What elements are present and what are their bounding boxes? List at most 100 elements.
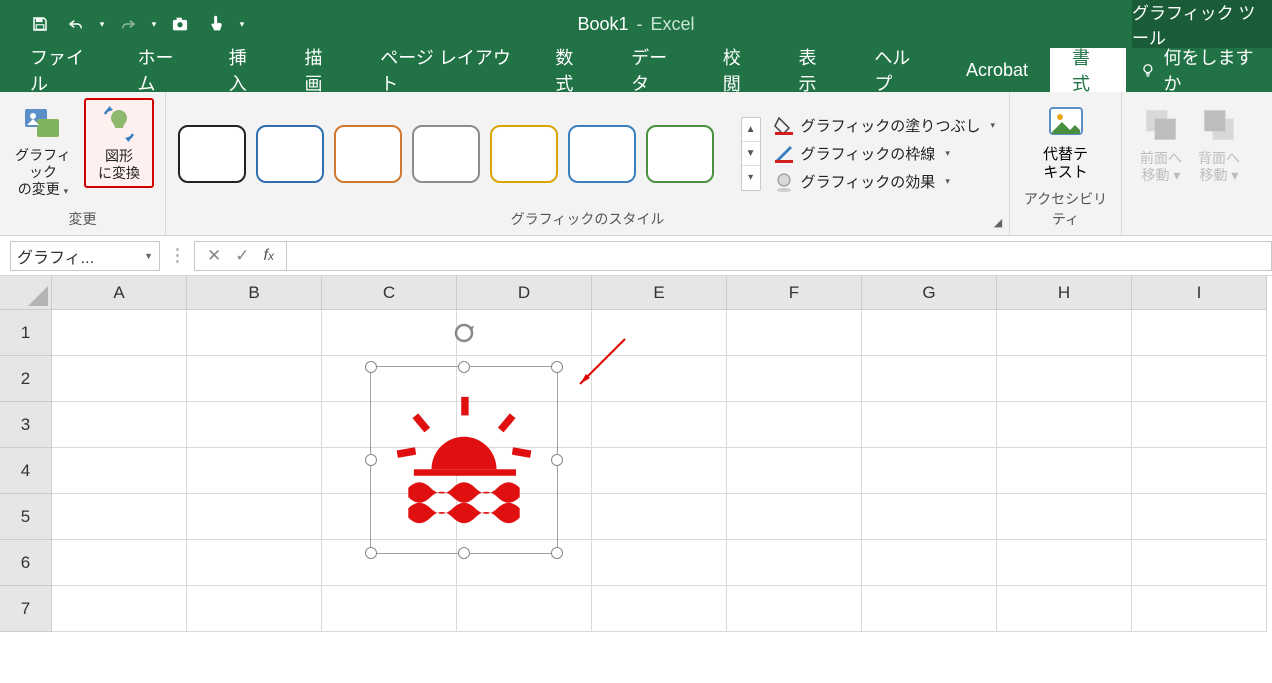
tab-acrobat[interactable]: Acrobat [944,48,1050,92]
cell-I4[interactable] [1132,448,1267,494]
cell-H7[interactable] [997,586,1132,632]
resize-handle-nw[interactable] [365,361,377,373]
change-graphic-button[interactable]: グラフィック の変更 ▾ [8,98,78,202]
gallery-down-button[interactable]: ▼ [742,142,760,166]
column-header-B[interactable]: B [187,276,322,310]
graphic-fill-button[interactable]: グラフィックの塗りつぶし▾ [773,115,995,137]
cell-H3[interactable] [997,402,1132,448]
selected-graphic[interactable] [370,366,558,554]
column-header-D[interactable]: D [457,276,592,310]
touch-mode-button[interactable] [200,8,232,40]
tab-help[interactable]: ヘルプ [852,48,944,92]
graphic-outline-button[interactable]: グラフィックの枠線▾ [773,143,995,165]
cell-B2[interactable] [187,356,322,402]
formula-input[interactable] [287,241,1272,271]
cell-G3[interactable] [862,402,997,448]
tab-formulas[interactable]: 数式 [533,48,609,92]
cell-I7[interactable] [1132,586,1267,632]
cell-H6[interactable] [997,540,1132,586]
qat-customize-dropdown[interactable]: ▾ [148,19,160,30]
alt-text-button[interactable]: 代替テ キスト [1026,98,1106,186]
enter-formula-button[interactable]: ✓ [235,246,249,266]
undo-button[interactable] [60,8,92,40]
tab-draw[interactable]: 描画 [282,48,358,92]
undo-dropdown[interactable]: ▾ [96,19,108,30]
tell-me-search[interactable]: 何をしますか [1126,48,1272,92]
cell-A3[interactable] [52,402,187,448]
cell-B6[interactable] [187,540,322,586]
cell-B5[interactable] [187,494,322,540]
row-header-1[interactable]: 1 [0,310,52,356]
cell-E6[interactable] [592,540,727,586]
gallery-up-button[interactable]: ▲ [742,118,760,142]
cell-G6[interactable] [862,540,997,586]
cell-B4[interactable] [187,448,322,494]
fx-icon[interactable]: fx [264,247,274,265]
cell-A1[interactable] [52,310,187,356]
send-backward-button[interactable]: 背面へ 移動 ▾ [1198,104,1240,184]
convert-to-shape-button[interactable]: 図形 に変換 [84,98,154,188]
cell-I3[interactable] [1132,402,1267,448]
column-header-E[interactable]: E [592,276,727,310]
cell-H5[interactable] [997,494,1132,540]
style-swatch-6[interactable] [646,125,714,183]
formula-bar-grip[interactable] [170,248,184,263]
resize-handle-e[interactable] [551,454,563,466]
row-header-7[interactable]: 7 [0,586,52,632]
row-header-4[interactable]: 4 [0,448,52,494]
column-header-C[interactable]: C [322,276,457,310]
cell-H4[interactable] [997,448,1132,494]
cell-F6[interactable] [727,540,862,586]
save-button[interactable] [24,8,56,40]
column-header-H[interactable]: H [997,276,1132,310]
select-all-button[interactable] [0,276,52,310]
resize-handle-n[interactable] [458,361,470,373]
cell-G2[interactable] [862,356,997,402]
column-header-A[interactable]: A [52,276,187,310]
tab-format[interactable]: 書式 [1050,48,1126,92]
style-swatch-2[interactable] [334,125,402,183]
cell-F4[interactable] [727,448,862,494]
cell-F3[interactable] [727,402,862,448]
style-swatch-3[interactable] [412,125,480,183]
column-header-G[interactable]: G [862,276,997,310]
row-header-2[interactable]: 2 [0,356,52,402]
rotate-handle[interactable] [452,321,476,345]
tab-insert[interactable]: 挿入 [207,48,283,92]
name-box-dropdown[interactable]: ▼ [144,251,153,261]
cell-E3[interactable] [592,402,727,448]
cell-I2[interactable] [1132,356,1267,402]
cell-E5[interactable] [592,494,727,540]
cell-B7[interactable] [187,586,322,632]
gallery-more-button[interactable]: ▾ [742,166,760,189]
row-header-5[interactable]: 5 [0,494,52,540]
camera-button[interactable] [164,8,196,40]
cell-A7[interactable] [52,586,187,632]
cell-G1[interactable] [862,310,997,356]
resize-handle-ne[interactable] [551,361,563,373]
bring-forward-button[interactable]: 前面へ 移動 ▾ [1140,104,1182,184]
row-header-6[interactable]: 6 [0,540,52,586]
cell-A4[interactable] [52,448,187,494]
cancel-formula-button[interactable]: ✕ [207,246,221,266]
cell-G5[interactable] [862,494,997,540]
resize-handle-se[interactable] [551,547,563,559]
cell-D7[interactable] [457,586,592,632]
cell-C1[interactable] [322,310,457,356]
cell-F2[interactable] [727,356,862,402]
touch-dropdown[interactable]: ▾ [236,19,248,30]
graphic-effects-button[interactable]: グラフィックの効果▾ [773,171,995,193]
cell-G4[interactable] [862,448,997,494]
column-header-F[interactable]: F [727,276,862,310]
style-swatch-5[interactable] [568,125,636,183]
style-swatch-0[interactable] [178,125,246,183]
redo-button[interactable] [112,8,144,40]
cell-H1[interactable] [997,310,1132,356]
tab-data[interactable]: データ [609,48,701,92]
cell-G7[interactable] [862,586,997,632]
cell-E7[interactable] [592,586,727,632]
resize-handle-s[interactable] [458,547,470,559]
tab-view[interactable]: 表示 [777,48,853,92]
cell-F5[interactable] [727,494,862,540]
cell-I6[interactable] [1132,540,1267,586]
